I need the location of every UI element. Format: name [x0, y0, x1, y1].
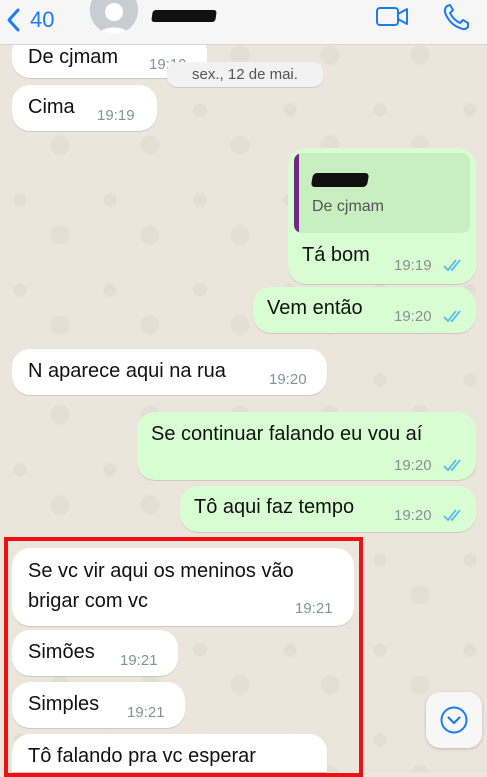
read-ticks-icon — [443, 259, 461, 272]
message-bubble-incoming[interactable]: N aparece aqui na rua 19:20 — [12, 349, 327, 395]
redacted-contact-name — [151, 10, 217, 22]
message-time: 19:20 — [394, 457, 432, 474]
highlight-annotation-box — [4, 537, 363, 777]
message-time: 19:19 — [97, 107, 135, 124]
message-time: 19:19 — [394, 257, 432, 274]
video-call-icon[interactable] — [374, 2, 410, 32]
phone-icon[interactable] — [440, 2, 476, 32]
message-bubble-incoming[interactable]: Cima 19:19 — [12, 85, 157, 131]
chevron-down-circle-icon — [440, 706, 468, 734]
message-time: 19:20 — [269, 371, 307, 388]
message-text: Cima — [28, 96, 75, 118]
avatar[interactable] — [90, 0, 138, 34]
contact-name[interactable] — [151, 4, 220, 30]
message-text: Vem então — [267, 297, 363, 319]
quote-accent-bar — [294, 153, 299, 233]
message-bubble-outgoing[interactable]: Tô aqui faz tempo 19:20 — [180, 486, 476, 532]
message-bubble-outgoing[interactable]: Vem então 19:20 — [253, 287, 476, 333]
quoted-reply[interactable]: De cjmam — [294, 153, 470, 233]
back-button[interactable]: 40 — [4, 5, 54, 35]
chat-header: 40 — [0, 0, 487, 45]
redacted-sender-name — [310, 173, 370, 187]
chevron-left-icon — [7, 8, 20, 32]
message-text: N aparece aqui na rua — [28, 360, 226, 382]
default-avatar-icon — [90, 0, 138, 34]
read-ticks-icon — [443, 310, 461, 323]
scroll-to-bottom-button[interactable] — [426, 692, 482, 748]
message-time: 19:20 — [394, 308, 432, 325]
read-ticks-icon — [443, 459, 461, 472]
quoted-text: De cjmam — [312, 198, 385, 215]
message-text: Se continuar falando eu vou aí — [151, 423, 423, 445]
date-divider: sex., 12 de mai. — [167, 62, 323, 87]
unread-count: 40 — [30, 7, 55, 32]
message-text: Tô aqui faz tempo — [194, 496, 355, 518]
message-bubble-outgoing[interactable]: Se continuar falando eu vou aí 19:20 — [137, 412, 476, 480]
message-text: De cjmam — [28, 46, 119, 68]
message-time: 19:20 — [394, 507, 432, 524]
read-ticks-icon — [443, 509, 461, 522]
message-text: Tá bom — [302, 244, 370, 266]
